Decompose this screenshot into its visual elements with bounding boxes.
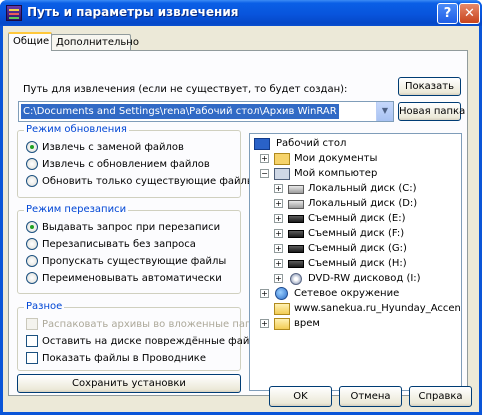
option-label: Обновить только существующие файлы [42,176,255,187]
extraction-dialog: Путь и параметры извлечения ? ✕ Общие До… [0,0,482,415]
tree-node-label: врем [294,318,320,329]
removable-disk-icon [288,230,304,238]
tree-node-label: Мой компьютер [294,168,378,179]
tree-node-label: DVD-RW дисковод (I:) [308,273,421,284]
computer-icon [274,168,290,180]
option-label: Оставить на диске повреждённые файлы [42,336,264,347]
tree-node-label: Сетевое окружение [294,288,400,299]
tree-node-label: Рабочий стол [276,138,347,149]
network-icon [275,287,288,300]
tree-node-label: Съемный диск (F:) [308,228,405,239]
misc-group: Разное Распаковать архивы во вложенные п… [17,301,264,371]
ok-button[interactable]: OK [269,386,332,407]
checkbox-icon[interactable] [26,352,38,364]
tree-node-label: Съемный диск (H:) [308,258,407,269]
option-label: Пропускать существующие файлы [42,256,227,267]
tab-general[interactable]: Общие [8,32,52,51]
tree-node-label: Съемный диск (G:) [308,243,407,254]
extract-path-combo[interactable]: C:\Documents and Settings\rena\Рабочий с… [18,101,394,122]
expand-icon[interactable]: + [274,259,283,268]
folder-icon [274,318,290,330]
option-label: Распаковать архивы во вложенные папки [42,319,265,330]
expand-icon[interactable]: + [260,154,269,163]
winrar-app-icon [6,5,22,21]
option-label: Показать файлы в Проводнике [42,353,207,364]
radio-icon[interactable] [26,238,38,250]
tree-node-label: Локальный диск (C:) [308,183,417,194]
expand-icon[interactable]: + [274,214,283,223]
overwrite-mode-group: Режим перезаписи Выдавать запрос при пер… [17,204,241,294]
removable-disk-icon [288,245,304,253]
checkbox-show-in-explorer[interactable]: Показать файлы в Проводнике [26,352,206,366]
folder-icon [274,303,290,315]
save-settings-button[interactable]: Сохранить установки [17,374,241,393]
expand-icon[interactable]: + [274,274,283,283]
radio-update-existing[interactable]: Обновить только существующие файлы [26,175,255,189]
desktop-icon [254,138,270,150]
option-label: Перезаписывать без запроса [42,239,196,250]
dvd-drive-icon [290,273,302,285]
radio-rename-auto[interactable]: Переименовывать автоматически [26,272,222,286]
help-title-button[interactable]: ? [437,3,458,24]
expand-icon[interactable]: + [260,319,269,328]
option-label: Извлечь с обновлением файлов [42,159,210,170]
misc-title: Разное [24,301,65,312]
cancel-button[interactable]: Отмена [339,386,402,407]
removable-disk-icon [288,215,304,223]
radio-icon[interactable] [26,255,38,267]
option-label: Выдавать запрос при перезаписи [42,222,221,233]
radio-skip-existing[interactable]: Пропускать существующие файлы [26,255,226,269]
tree-node-label: Локальный диск (D:) [308,198,418,209]
expand-icon[interactable]: + [274,199,283,208]
removable-disk-icon [288,260,304,268]
extract-path-value[interactable]: C:\Documents and Settings\rena\Рабочий с… [21,104,339,119]
radio-extract-replace[interactable]: Извлечь с заменой файлов [26,141,184,155]
path-label: Путь для извлечения (если не существует,… [23,84,348,95]
radio-icon[interactable] [26,158,38,170]
hard-disk-icon [288,185,304,194]
option-label: Извлечь с заменой файлов [42,142,184,153]
chevron-down-icon[interactable]: ▼ [376,102,393,121]
tab-panel-general: Путь для извлечения (если не существует,… [8,50,468,396]
folder-documents-icon [274,153,290,165]
help-button[interactable]: Справка [409,386,472,407]
update-mode-group: Режим обновления Извлечь с заменой файло… [17,124,255,198]
tree-node-label: www.sanekua.ru_Hyunday_Accent [294,303,462,314]
expand-icon[interactable]: + [260,289,269,298]
checkbox-nested-archives: Распаковать архивы во вложенные папки [26,318,264,332]
folder-tree[interactable]: Рабочий стол + Мои документы − Мой компь… [249,133,462,391]
radio-ask-overwrite[interactable]: Выдавать запрос при перезаписи [26,221,220,235]
show-button[interactable]: Показать [398,77,461,96]
checkbox-keep-broken[interactable]: Оставить на диске повреждённые файлы [26,335,264,349]
hard-disk-icon [288,200,304,209]
radio-extract-update[interactable]: Извлечь с обновлением файлов [26,158,210,172]
window-title: Путь и параметры извлечения [27,5,239,19]
option-label: Переименовывать автоматически [42,273,222,284]
close-button[interactable]: ✕ [459,3,480,24]
tab-advanced[interactable]: Дополнительно [51,34,139,51]
title-bar[interactable]: Путь и параметры извлечения ? ✕ [0,0,482,26]
update-mode-title: Режим обновления [24,124,129,135]
tree-node-label: Съемный диск (E:) [308,213,406,224]
expand-icon[interactable]: + [274,184,283,193]
checkbox-icon[interactable] [26,335,38,347]
new-folder-button[interactable]: Новая папка [398,102,465,121]
overwrite-mode-title: Режим перезаписи [24,204,129,215]
radio-selected-icon[interactable] [26,141,38,153]
radio-overwrite-silent[interactable]: Перезаписывать без запроса [26,238,196,252]
expand-icon[interactable]: + [274,244,283,253]
expand-icon[interactable]: + [274,229,283,238]
radio-selected-icon[interactable] [26,221,38,233]
radio-icon[interactable] [26,272,38,284]
checkbox-icon [26,318,38,330]
radio-icon[interactable] [26,175,38,187]
tree-node-label: Мои документы [294,153,378,164]
dialog-client: Общие Дополнительно Путь для извлечения … [3,26,479,412]
collapse-icon[interactable]: − [260,169,269,178]
